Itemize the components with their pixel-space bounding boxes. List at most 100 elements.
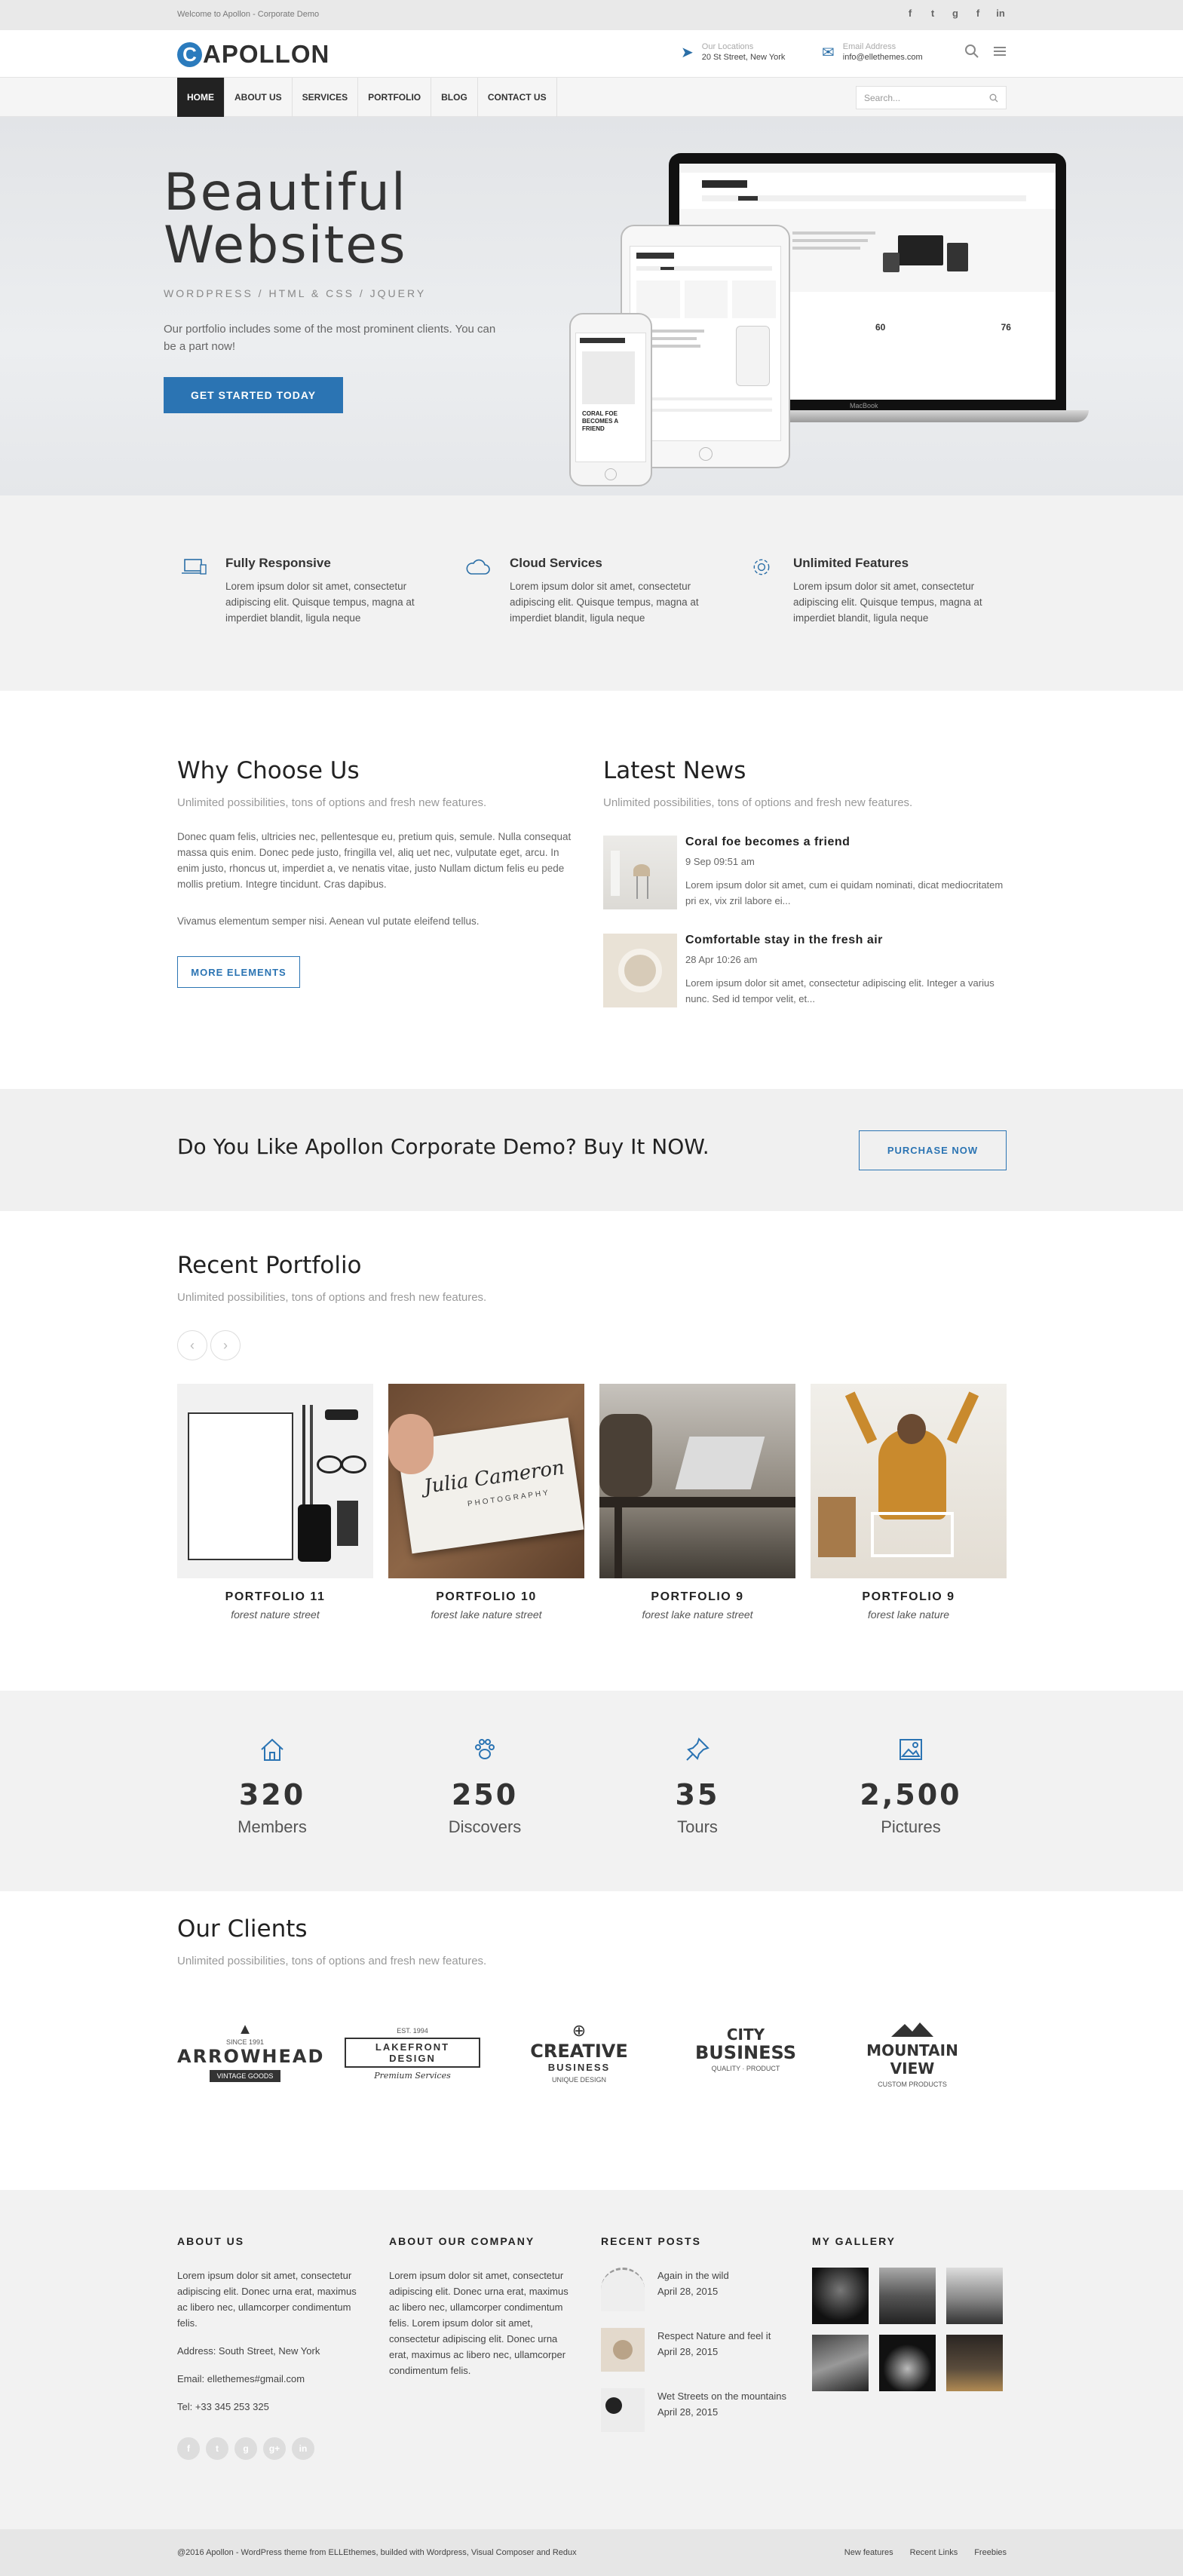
gallery-image[interactable] <box>946 2335 1003 2391</box>
portfolio-image[interactable] <box>177 1384 373 1578</box>
footer-email[interactable]: Email: ellethemes#gmail.com <box>177 2371 366 2387</box>
gallery-image[interactable] <box>946 2268 1003 2324</box>
search-icon[interactable] <box>964 44 979 59</box>
linkedin-icon[interactable]: in <box>995 8 1007 19</box>
stat-value: 320 <box>238 1778 306 1811</box>
stats-section: 320 Members 250 Discovers 35 Tours 2,500… <box>0 1691 1183 1891</box>
client-logo-lakefront[interactable]: EST. 1994 LAKEFRONT DESIGN Premium Servi… <box>345 2021 480 2096</box>
facebook-icon[interactable]: f <box>904 8 916 19</box>
stat-label: Members <box>238 1817 307 1836</box>
news-title[interactable]: Comfortable stay in the fresh air <box>685 934 883 947</box>
foursquare-icon[interactable]: f <box>972 8 984 19</box>
nav-services[interactable]: SERVICES <box>293 78 359 117</box>
section-title: Latest News <box>603 757 746 784</box>
menu-icon[interactable] <box>993 44 1007 59</box>
recent-post-title[interactable]: Wet Streets on the mountains <box>657 2390 786 2402</box>
portfolio-carousel-controls: ‹ › <box>177 1330 244 1360</box>
news-date: 28 Apr 10:26 am <box>685 954 758 965</box>
search-icon[interactable] <box>989 94 998 103</box>
arrow-down-icon: ⊕ <box>572 2021 587 2040</box>
recent-post-title[interactable]: Again in the wild <box>657 2270 729 2281</box>
news-item[interactable]: Coral foe becomes a friend 9 Sep 09:51 a… <box>603 836 1007 911</box>
news-excerpt: Lorem ipsum dolor sit amet, cum ei quida… <box>685 879 1004 906</box>
gallery-grid <box>812 2268 1007 2391</box>
latest-news: Latest News Unlimited possibilities, ton… <box>603 757 1007 1007</box>
linkedin-icon[interactable]: in <box>292 2437 314 2460</box>
portfolio-item[interactable]: PORTFOLIO 9 forest lake nature <box>811 1384 1007 1621</box>
client-logo-creative[interactable]: ⊕ CREATIVE BUSINESS UNIQUE DESIGN <box>511 2021 647 2096</box>
portfolio-item[interactable]: PORTFOLIO 11 forest nature street <box>177 1384 373 1621</box>
portfolio-image[interactable]: Julia Cameron PHOTOGRAPHY <box>388 1384 584 1578</box>
portfolio-item[interactable]: Julia Cameron PHOTOGRAPHY PORTFOLIO 10 f… <box>388 1384 584 1621</box>
news-excerpt: Lorem ipsum dolor sit amet, consectetur … <box>685 977 995 1004</box>
portfolio-image[interactable] <box>599 1384 795 1578</box>
footer-tel: Tel: +33 345 253 325 <box>177 2401 269 2412</box>
nav-search-input[interactable]: Search... <box>856 86 1007 109</box>
gear-icon <box>753 559 770 575</box>
portfolio-title[interactable]: PORTFOLIO 11 <box>177 1590 373 1604</box>
nav-blog[interactable]: BLOG <box>431 78 478 117</box>
features-section: Fully Responsive Lorem ipsum dolor sit a… <box>0 495 1183 691</box>
portfolio-image[interactable] <box>811 1384 1007 1578</box>
gallery-image[interactable] <box>812 2268 869 2324</box>
recent-post-thumb[interactable] <box>601 2328 645 2372</box>
chevron-right-icon[interactable]: › <box>210 1330 241 1360</box>
portfolio-item[interactable]: PORTFOLIO 9 forest lake nature street <box>599 1384 795 1621</box>
gallery-image[interactable] <box>879 2268 936 2324</box>
footer-heading: MY GALLERY <box>812 2235 896 2247</box>
recent-post-thumb[interactable] <box>601 2388 645 2432</box>
stat-label: Pictures <box>881 1817 941 1836</box>
why-paragraph-2: Vivamus elementum semper nisi. Aenean vu… <box>177 915 480 927</box>
bottom-link-recent-links[interactable]: Recent Links <box>910 2548 958 2557</box>
news-thumbnail[interactable] <box>603 836 677 909</box>
site-logo[interactable]: C APOLLON <box>177 39 329 69</box>
main-nav: HOME ABOUT US SERVICES PORTFOLIO BLOG CO… <box>177 78 557 117</box>
recent-post[interactable]: Wet Streets on the mountains April 28, 20… <box>601 2388 789 2449</box>
twitter-icon[interactable]: t <box>927 8 939 19</box>
header-actions <box>964 44 1007 59</box>
bottom-link-new-features[interactable]: New features <box>844 2548 893 2557</box>
email-label: Email Address <box>842 42 896 51</box>
facebook-icon[interactable]: f <box>177 2437 200 2460</box>
section-title: Why Choose Us <box>177 757 360 784</box>
news-title[interactable]: Coral foe becomes a friend <box>685 836 850 849</box>
purchase-now-button[interactable]: PURCHASE NOW <box>859 1130 1007 1170</box>
portfolio-title[interactable]: PORTFOLIO 9 <box>811 1590 1007 1604</box>
google-icon[interactable]: g <box>234 2437 257 2460</box>
portfolio-title[interactable]: PORTFOLIO 9 <box>599 1590 795 1604</box>
recent-post-thumb[interactable] <box>601 2268 645 2311</box>
bottom-link-freebies[interactable]: Freebies <box>974 2548 1007 2557</box>
recent-post-title[interactable]: Respect Nature and feel it <box>657 2330 771 2341</box>
news-thumbnail[interactable] <box>603 934 677 1007</box>
gallery-image[interactable] <box>812 2335 869 2391</box>
more-elements-button[interactable]: MORE ELEMENTS <box>177 956 300 988</box>
get-started-button[interactable]: GET STARTED TODAY <box>164 377 343 413</box>
nav-contact-us[interactable]: CONTACT US <box>478 78 557 117</box>
news-item[interactable]: Comfortable stay in the fresh air 28 Apr… <box>603 934 1007 1009</box>
hero-subtitle: WORDPRESS / HTML & CSS / JQUERY <box>164 287 427 299</box>
chevron-left-icon[interactable]: ‹ <box>177 1330 207 1360</box>
stat-tours: 35 Tours <box>599 1736 795 1837</box>
laptop-icon <box>182 559 207 575</box>
hero-section: Beautiful Websites WORDPRESS / HTML & CS… <box>0 117 1183 495</box>
main-navbar: HOME ABOUT US SERVICES PORTFOLIO BLOG CO… <box>0 77 1183 117</box>
search-placeholder: Search... <box>864 92 901 103</box>
copyright-text: @2016 Apollon - WordPress theme from ELL… <box>177 2548 577 2557</box>
email-value[interactable]: info@ellethemes.com <box>843 53 923 62</box>
stat-members: 320 Members <box>174 1736 370 1837</box>
nav-home[interactable]: HOME <box>177 78 225 117</box>
portfolio-title[interactable]: PORTFOLIO 10 <box>388 1590 584 1604</box>
client-logo-arrowhead[interactable]: ▲ SINCE 1991 ARROWHEAD VINTAGE GOODS <box>177 2021 323 2096</box>
nav-about-us[interactable]: ABOUT US <box>225 78 293 117</box>
google-icon[interactable]: g <box>949 8 961 19</box>
nav-portfolio[interactable]: PORTFOLIO <box>358 78 432 117</box>
stat-label: Tours <box>677 1817 718 1836</box>
google-plus-icon[interactable]: g+ <box>263 2437 286 2460</box>
feature-text: Lorem ipsum dolor sit amet, consectetur … <box>510 581 699 624</box>
recent-post[interactable]: Respect Nature and feel it April 28, 2015 <box>601 2328 789 2388</box>
recent-post[interactable]: Again in the wild April 28, 2015 <box>601 2268 789 2328</box>
client-logo-city-business[interactable]: CITY BUSINESS QUALITY · PRODUCT <box>678 2021 814 2096</box>
gallery-image[interactable] <box>879 2335 936 2391</box>
client-logo-mountain-view[interactable]: MOUNTAIN VIEW CUSTOM PRODUCTS <box>844 2021 980 2096</box>
twitter-icon[interactable]: t <box>206 2437 228 2460</box>
